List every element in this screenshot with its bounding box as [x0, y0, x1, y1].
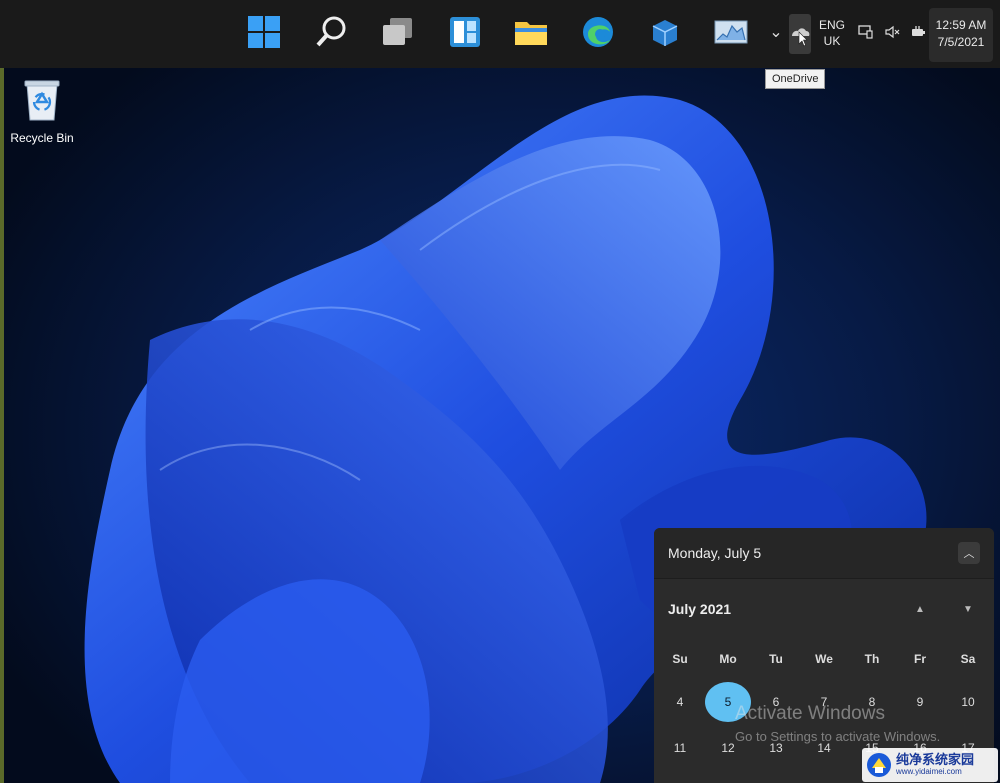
calendar-current-date: Monday, July 5	[668, 545, 762, 561]
calendar-day[interactable]: 10	[944, 679, 992, 725]
brand-text: 纯净系统家园 www.yidaimei.com	[896, 753, 974, 777]
clock-date: 7/5/2021	[937, 35, 985, 49]
calendar-day[interactable]: 4	[656, 679, 704, 725]
calendar-day[interactable]: 7	[800, 679, 848, 725]
windows-logo-icon[interactable]	[244, 12, 284, 52]
recycle-bin-label: Recycle Bin	[10, 131, 74, 145]
calendar-day[interactable]: 11	[656, 725, 704, 771]
weekday-label: Su	[672, 652, 688, 666]
previous-month-arrow-icon[interactable]: ▲	[908, 604, 932, 615]
site-brand-badge: 纯净系统家园 www.yidaimei.com	[862, 748, 998, 782]
next-month-arrow-icon[interactable]: ▼	[956, 604, 980, 615]
brand-logo-icon	[867, 753, 891, 777]
recycle-bin-icon	[24, 80, 60, 121]
onedrive-tray-icon[interactable]	[789, 14, 811, 54]
calendar-header: Monday, July 5 ︿	[654, 528, 994, 579]
calendar-day[interactable]: 9	[896, 679, 944, 725]
search-icon[interactable]	[312, 12, 352, 52]
recycle-bin-shortcut[interactable]: Recycle Bin	[10, 78, 74, 145]
system-tray	[858, 24, 926, 40]
taskbar-clock[interactable]: 12:59 AM 7/5/2021	[929, 8, 993, 62]
brand-name: 纯净系统家园	[896, 752, 975, 767]
calendar-month-label[interactable]: July 2021	[668, 601, 884, 617]
show-hidden-icons-chevron-icon[interactable]: ⌄	[766, 22, 786, 42]
calendar-day[interactable]: 6	[752, 679, 800, 725]
weekday-label: Tu	[769, 652, 783, 666]
taskbar: ⌄ ENG UK 12:59 AM 7/5/2021	[0, 0, 1000, 68]
weekday-label: Th	[864, 652, 880, 666]
language-region: UK	[823, 34, 841, 48]
task-view-icon[interactable]	[378, 12, 418, 52]
clock-time: 12:59 AM	[935, 18, 987, 32]
brand-url: www.yidaimei.com	[896, 767, 962, 776]
calendar-day[interactable]: 8	[848, 679, 896, 725]
calendar-month-bar: July 2021 ▲ ▼	[654, 579, 994, 639]
speaker-muted-icon[interactable]	[884, 24, 900, 40]
chevron-up-icon: ︿	[963, 548, 975, 560]
network-icon[interactable]	[858, 24, 874, 40]
battery-plug-icon[interactable]	[910, 24, 926, 40]
onedrive-tooltip: OneDrive	[765, 69, 826, 89]
weekday-label: Fr	[914, 652, 926, 666]
calendar-flyout: Monday, July 5 ︿ July 2021 ▲ ▼ Su Mo Tu …	[654, 528, 994, 783]
calendar-day[interactable]: 13	[752, 725, 800, 771]
weekday-label: We	[815, 652, 833, 666]
edge-icon[interactable]	[578, 12, 618, 52]
calendar-day-today[interactable]: 5	[704, 679, 752, 725]
weekday-label: Mo	[719, 652, 737, 666]
widgets-icon[interactable]	[445, 12, 485, 52]
calendar-day[interactable]: 14	[800, 725, 848, 771]
store-icon[interactable]	[645, 12, 685, 52]
calendar-day[interactable]: 12	[704, 725, 752, 771]
language-code: ENG	[818, 18, 845, 32]
monitor-icon[interactable]	[711, 12, 751, 52]
weekday-label: Sa	[960, 652, 976, 666]
window-edge	[0, 0, 4, 783]
input-language[interactable]: ENG UK	[812, 17, 852, 49]
collapse-calendar-button[interactable]: ︿	[958, 542, 980, 564]
folder-icon[interactable]	[511, 12, 551, 52]
